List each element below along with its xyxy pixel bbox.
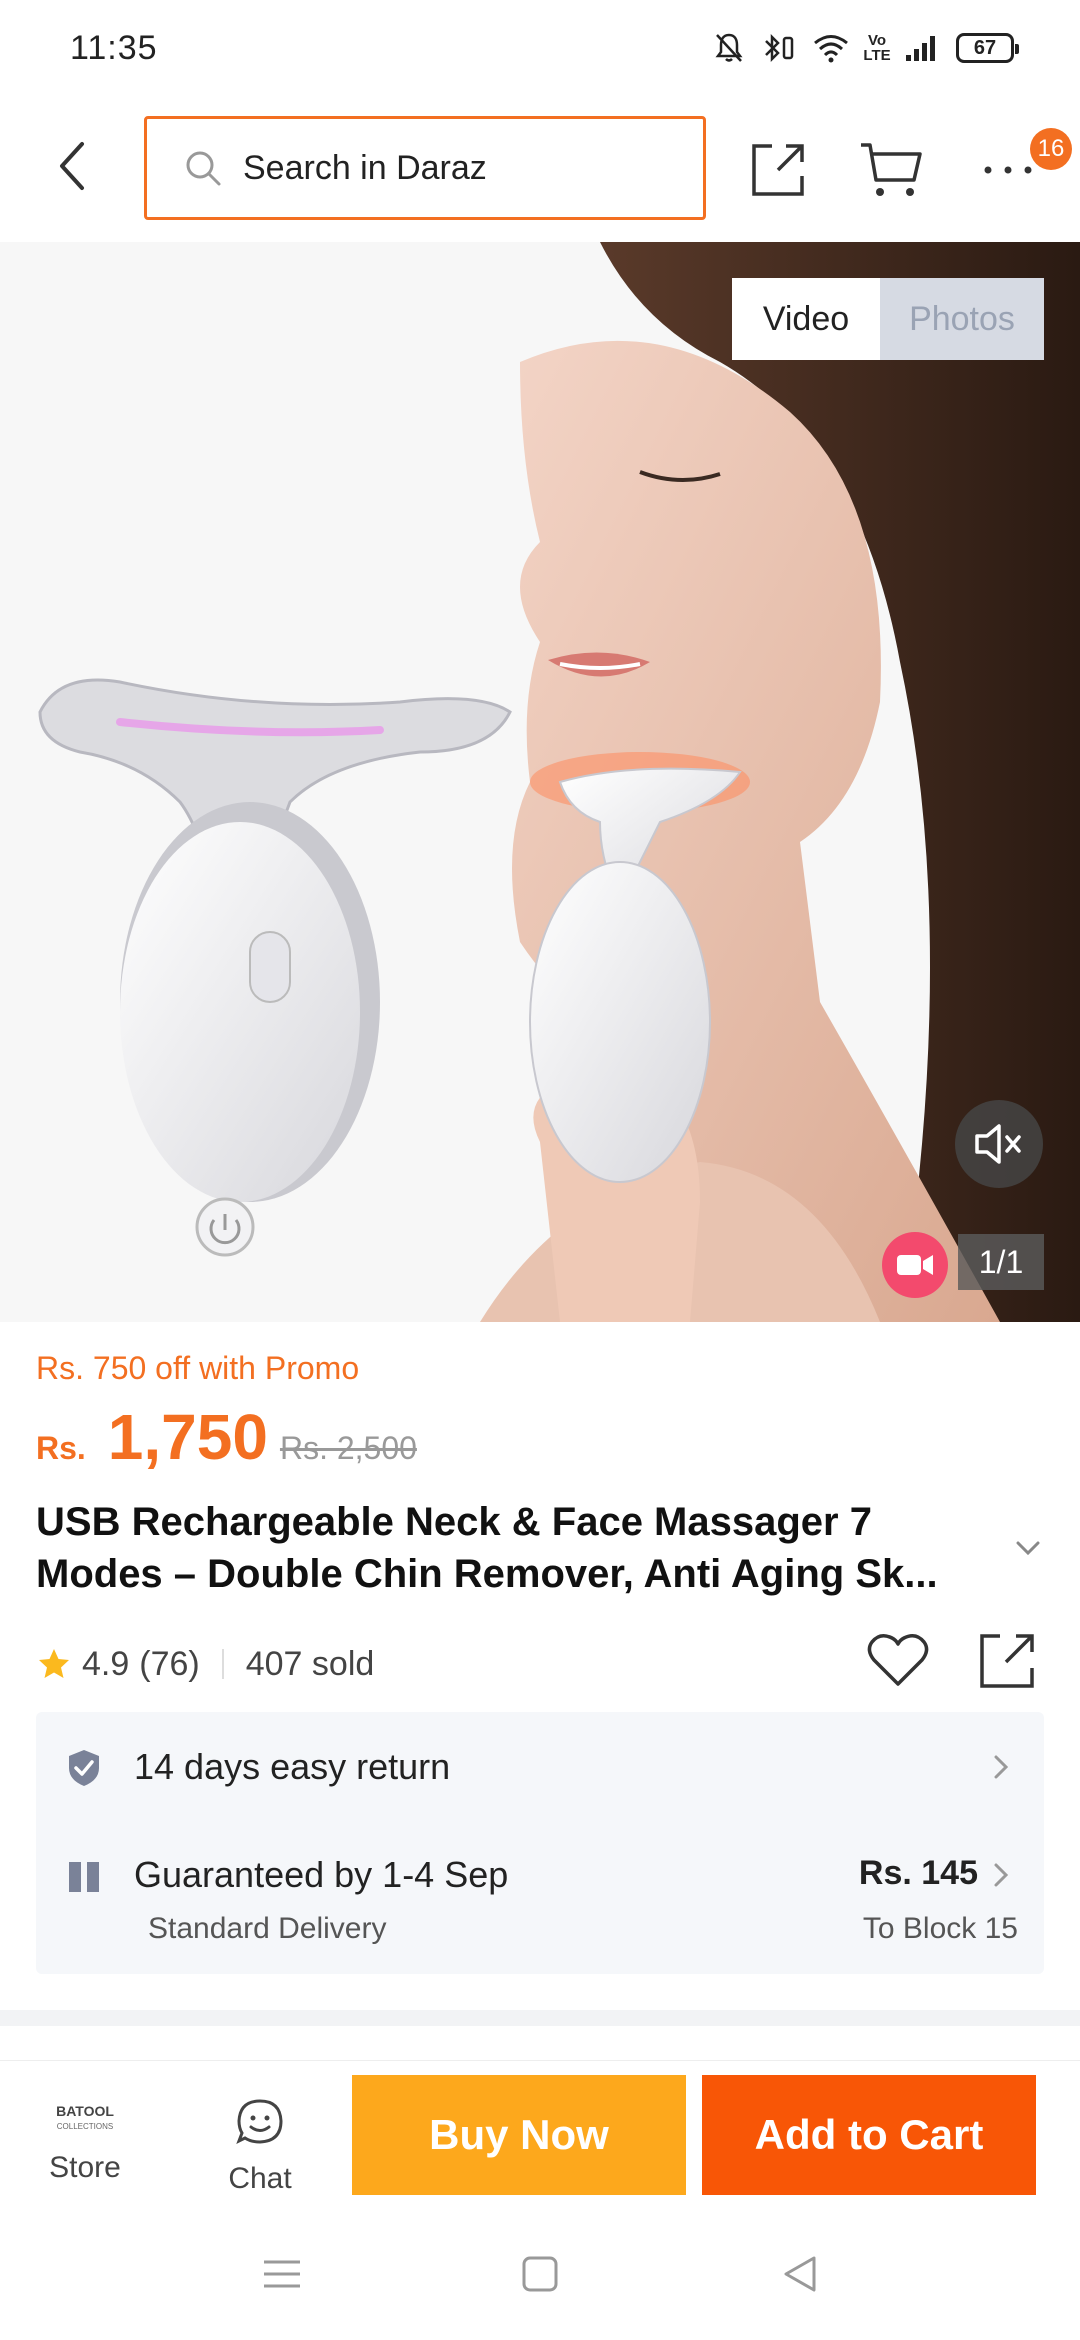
- package-icon: [66, 1858, 102, 1894]
- signal-icon: [904, 33, 940, 63]
- product-media[interactable]: Video Photos 1/1: [0, 242, 1080, 1322]
- product-image: [0, 242, 1080, 1322]
- delivery-fee: Rs. 145: [858, 1854, 978, 1892]
- share-icon[interactable]: [748, 140, 808, 200]
- promo-text[interactable]: Rs. 750 off with Promo: [36, 1350, 359, 1387]
- add-to-cart-button[interactable]: Add to Cart: [702, 2075, 1036, 2195]
- delivery-row[interactable]: Guaranteed by 1-4 Sep Standard Delivery …: [36, 1828, 1044, 1974]
- heart-icon[interactable]: [866, 1630, 930, 1690]
- store-logo-sub: COLLECTIONS: [56, 2122, 114, 2131]
- rating-row[interactable]: 4.9 (76) 407 sold: [36, 1638, 374, 1690]
- status-icons: Vo LTE 67: [714, 32, 1019, 64]
- back-arrow-icon[interactable]: [48, 136, 96, 196]
- return-policy-row[interactable]: 14 days easy return: [36, 1712, 1044, 1822]
- media-counter: 1/1: [958, 1234, 1044, 1290]
- media-toggle: Video Photos: [732, 278, 1044, 360]
- buy-now-button[interactable]: Buy Now: [352, 2075, 686, 2195]
- delivery-destination: To Block 15: [862, 1912, 1018, 1945]
- mute-bell-icon: [714, 32, 744, 64]
- original-price: Rs. 2,500: [279, 1430, 417, 1466]
- system-nav-bar: [0, 2222, 1080, 2340]
- search-box[interactable]: [144, 116, 706, 220]
- product-title-line1: USB Rechargeable Neck & Face Massager 7: [36, 1500, 872, 1544]
- store-button[interactable]: BATOOL COLLECTIONS Store: [30, 2097, 140, 2207]
- status-bar: 11:35 Vo LTE 67: [0, 0, 1080, 96]
- mute-speaker-icon[interactable]: [955, 1100, 1043, 1188]
- product-title[interactable]: USB Rechargeable Neck & Face Massager 7 …: [36, 1496, 996, 1600]
- divider: [221, 1649, 224, 1679]
- delivery-card: 14 days easy return Guaranteed by 1-4 Se…: [36, 1712, 1044, 1974]
- share-icon[interactable]: [976, 1630, 1038, 1692]
- back-triangle-icon[interactable]: [778, 2252, 822, 2296]
- home-square-icon[interactable]: [518, 2252, 562, 2296]
- rating-count: (76): [139, 1644, 200, 1683]
- battery-icon: 67: [956, 33, 1019, 63]
- delivery-type: Standard Delivery: [148, 1912, 387, 1945]
- return-text: 14 days easy return: [134, 1746, 451, 1787]
- section-divider: [0, 2010, 1080, 2026]
- guarantee-text: Guaranteed by 1-4 Sep: [134, 1854, 509, 1895]
- shield-check-icon: [66, 1748, 102, 1788]
- battery-level: 67: [973, 36, 997, 59]
- cart-icon[interactable]: [858, 140, 924, 200]
- bluetooth-icon: [760, 32, 796, 64]
- star-icon: [36, 1646, 72, 1682]
- chat-button[interactable]: Chat: [200, 2097, 320, 2207]
- chevron-right-icon: [992, 1860, 1010, 1890]
- menu-icon[interactable]: [260, 2252, 304, 2296]
- volte-label: Vo LTE: [863, 32, 891, 64]
- store-label: Store: [49, 2151, 121, 2184]
- more-dots-icon[interactable]: [980, 160, 1036, 180]
- store-logo-text: BATOOL: [56, 2103, 114, 2119]
- store-logo: BATOOL COLLECTIONS: [39, 2097, 131, 2141]
- top-nav: 16: [0, 110, 1080, 226]
- more-badge: 16: [1030, 128, 1072, 170]
- product-title-line2: Modes – Double Chin Remover, Anti Aging …: [36, 1552, 938, 1596]
- chat-label: Chat: [228, 2162, 292, 2195]
- sold-count: 407 sold: [245, 1644, 375, 1683]
- price-row: Rs. 1,750 Rs. 2,500: [36, 1400, 417, 1474]
- tab-photos[interactable]: Photos: [880, 278, 1044, 360]
- chevron-down-icon[interactable]: [1014, 1538, 1042, 1558]
- search-input[interactable]: [243, 148, 643, 188]
- chat-icon: [235, 2099, 285, 2151]
- price-currency: Rs.: [36, 1430, 86, 1466]
- rating-value: 4.9: [82, 1644, 130, 1683]
- wifi-icon: [812, 33, 850, 63]
- tab-video[interactable]: Video: [732, 278, 880, 360]
- status-time: 11:35: [70, 28, 158, 67]
- chevron-right-icon: [992, 1752, 1010, 1782]
- search-icon: [183, 148, 223, 188]
- video-camera-icon[interactable]: [882, 1232, 948, 1298]
- price-value: 1,750: [107, 1401, 268, 1473]
- bottom-action-bar: BATOOL COLLECTIONS Store Chat Buy Now Ad…: [0, 2060, 1080, 2222]
